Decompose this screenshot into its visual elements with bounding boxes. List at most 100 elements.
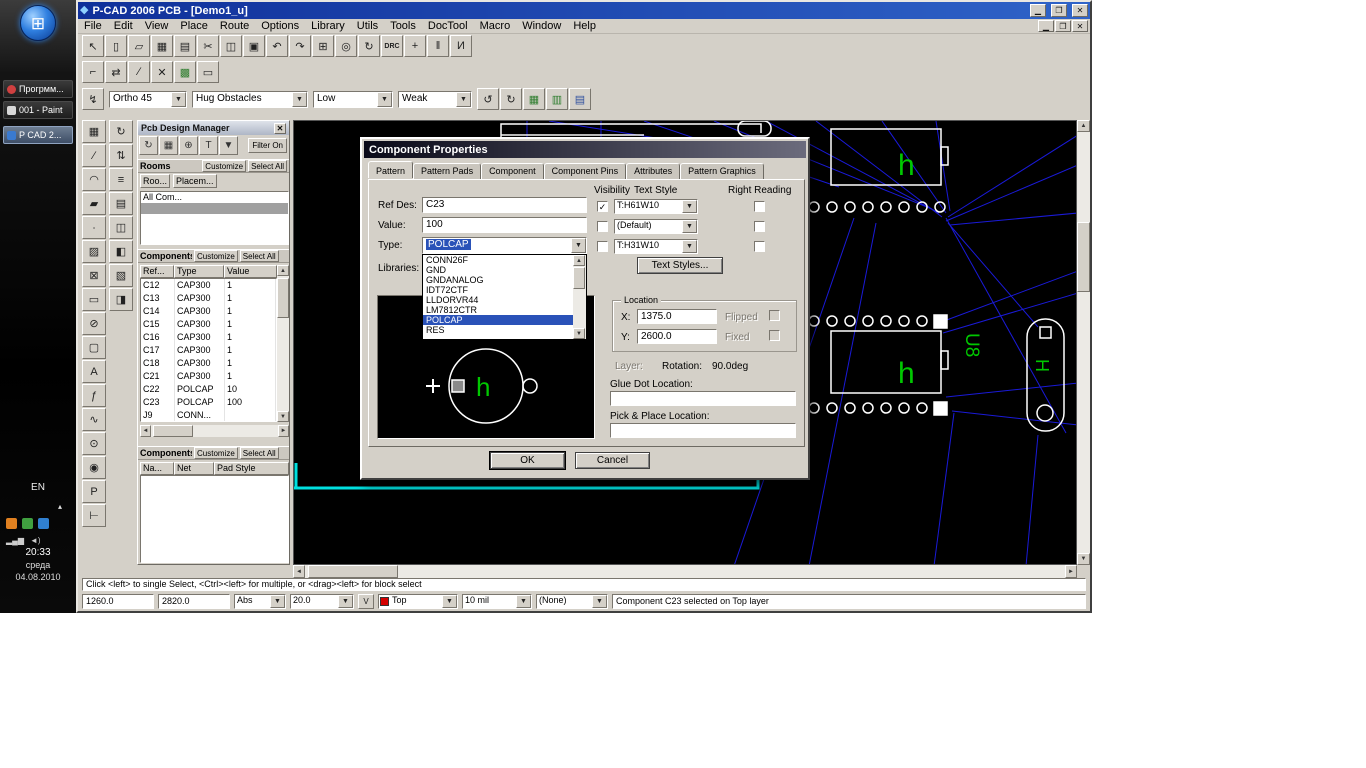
pads-table[interactable] <box>140 475 289 563</box>
scrollbar-thumb[interactable] <box>1077 222 1090 292</box>
measure-button[interactable]: + <box>404 35 426 57</box>
dropdown-scrollbar[interactable]: ▲ ▼ <box>573 255 586 339</box>
cursor-x-field[interactable]: 1260.0 <box>82 594 154 609</box>
cancel-button[interactable]: Cancel <box>575 452 650 469</box>
pads-customize-button[interactable]: Customize <box>194 447 238 459</box>
scrollbar-thumb[interactable] <box>153 425 193 437</box>
menu-item[interactable]: Place <box>174 19 214 34</box>
scroll-left-icon[interactable]: ◄ <box>293 565 305 578</box>
text-style-select[interactable]: T:H61W10 ▼ <box>614 199 698 214</box>
menu-item[interactable]: Utils <box>351 19 384 34</box>
type-option[interactable]: GNDANALOG <box>423 275 573 285</box>
scroll-left-icon[interactable]: ◄ <box>140 425 151 437</box>
pattern-view-button[interactable]: ▥ <box>546 88 568 110</box>
place-room-tool[interactable]: ▢ <box>82 336 106 359</box>
ref-des-field[interactable]: C23 <box>422 197 587 213</box>
close-button[interactable]: ✕ <box>1072 4 1088 17</box>
dm-text-button[interactable]: T <box>199 136 218 155</box>
place-connection-tool[interactable]: ∿ <box>82 408 106 431</box>
text-styles-button[interactable]: Text Styles... <box>637 257 723 274</box>
swap-tool[interactable]: ◫ <box>109 216 133 239</box>
dm-zoom-button[interactable]: ⊕ <box>179 136 198 155</box>
array-tool[interactable]: ▤ <box>109 192 133 215</box>
table-row[interactable]: C12 CAP300 1 <box>141 279 276 292</box>
mdi-minimize-button[interactable]: ▁ <box>1038 20 1054 32</box>
scroll-right-icon[interactable]: ► <box>1065 565 1077 578</box>
y-field[interactable]: 2600.0 <box>637 329 717 344</box>
table-row[interactable]: C18 CAP300 1 <box>141 357 276 370</box>
record-macro-button[interactable]: ‖ <box>427 35 449 57</box>
place-part-tool[interactable]: ▦ <box>82 120 106 143</box>
visibility-checkbox[interactable] <box>597 241 608 252</box>
menu-item[interactable]: Options <box>255 19 305 34</box>
ortho-mode-select[interactable]: Ortho 45▼ <box>109 91 187 108</box>
close-icon[interactable]: ✕ <box>274 123 286 134</box>
visibility-checkbox[interactable] <box>597 221 608 232</box>
menu-item[interactable]: Edit <box>108 19 139 34</box>
x-field[interactable]: 1375.0 <box>637 309 717 324</box>
update-icon[interactable] <box>38 518 49 529</box>
ok-button[interactable]: OK <box>490 452 565 469</box>
select-tool-button[interactable]: ↖ <box>82 35 104 57</box>
pads-select-all-button[interactable]: Select All <box>240 447 279 459</box>
place-keepout-tool[interactable]: ⊘ <box>82 312 106 335</box>
type-option[interactable]: LLDORVR44 <box>423 295 573 305</box>
type-option[interactable]: POLCAP <box>423 315 573 325</box>
undo-route-button[interactable]: ↺ <box>477 88 499 110</box>
type-option[interactable]: CONN26F <box>423 255 573 265</box>
text-style-select[interactable]: (Default) ▼ <box>614 219 698 234</box>
place-pad-tool[interactable]: ◉ <box>82 456 106 479</box>
view-layers-button[interactable]: ▩ <box>174 61 196 83</box>
pcb-pads[interactable] <box>809 202 947 415</box>
dialog-tab[interactable]: Pattern <box>368 161 413 178</box>
type-select[interactable]: POLCAP ▼ <box>422 237 587 254</box>
cut-button[interactable]: ✂ <box>197 35 219 57</box>
table-row[interactable]: C17 CAP300 1 <box>141 344 276 357</box>
title-bar[interactable]: ◆ P-CAD 2006 PCB - [Demo1_u] ▁ ❐ ✕ <box>78 2 1090 19</box>
rooms-select-all-button[interactable]: Select All <box>248 160 287 172</box>
dm-mask-button[interactable]: ▼ <box>219 136 238 155</box>
components-customize-button[interactable]: Customize <box>194 250 238 262</box>
placement-button[interactable]: Placem... <box>173 174 217 188</box>
layer-tool[interactable]: ◨ <box>109 288 133 311</box>
menu-item[interactable]: Library <box>305 19 351 34</box>
print-button[interactable]: ▤ <box>174 35 196 57</box>
snap-mode-button[interactable]: V <box>358 594 374 609</box>
menu-item[interactable]: View <box>139 19 175 34</box>
start-button[interactable]: ⊞ <box>20 5 56 41</box>
taskbar-item-paint[interactable]: 001 - Paint <box>3 101 73 119</box>
table-row[interactable]: C16 CAP300 1 <box>141 331 276 344</box>
components-hscrollbar[interactable]: ◄ ► <box>140 425 289 437</box>
dm-windows-button[interactable]: ▦ <box>159 136 178 155</box>
scrollbar-thumb[interactable] <box>277 278 289 318</box>
maximize-button[interactable]: ❐ <box>1051 4 1067 17</box>
rooms-customize-button[interactable]: Customize <box>202 160 246 172</box>
tray-app-icon[interactable] <box>6 518 17 529</box>
type-option[interactable]: GND <box>423 265 573 275</box>
route-strength-select[interactable]: Weak▼ <box>398 91 472 108</box>
dialog-tab[interactable]: Pattern Graphics <box>680 163 764 180</box>
redraw-button[interactable]: ↻ <box>358 35 380 57</box>
dm-dock-button[interactable]: ↻ <box>139 136 158 155</box>
menu-item[interactable]: Macro <box>474 19 517 34</box>
place-copper-pour-tool[interactable]: ▨ <box>82 240 106 263</box>
zoom-window-button[interactable]: ⊞ <box>312 35 334 57</box>
hug-mode-select[interactable]: Hug Obstacles▼ <box>192 91 308 108</box>
place-polygon-tool[interactable]: ▰ <box>82 192 106 215</box>
menu-item[interactable]: File <box>78 19 108 34</box>
layer-pairs-button[interactable]: ▤ <box>569 88 591 110</box>
autoroute-button[interactable]: ↯ <box>82 88 104 110</box>
table-row[interactable]: C13 CAP300 1 <box>141 292 276 305</box>
right-reading-checkbox[interactable] <box>754 221 765 232</box>
dialog-tab[interactable]: Component Pins <box>544 163 627 180</box>
coord-mode-select[interactable]: Abs▼ <box>234 594 286 609</box>
grid-style-button[interactable]: ▦ <box>523 88 545 110</box>
net-select[interactable]: (None)▼ <box>536 594 608 609</box>
table-row[interactable]: C14 CAP300 1 <box>141 305 276 318</box>
taskbar-item-pcad[interactable]: P CAD 2... <box>3 126 73 144</box>
place-point-tool[interactable]: ∙ <box>82 216 106 239</box>
components-scrollbar[interactable]: ▲ ▼ <box>277 265 289 422</box>
dialog-title-bar[interactable]: Component Properties <box>364 141 806 158</box>
list-item[interactable]: All Com... <box>141 192 288 203</box>
menu-item[interactable]: Tools <box>384 19 422 34</box>
